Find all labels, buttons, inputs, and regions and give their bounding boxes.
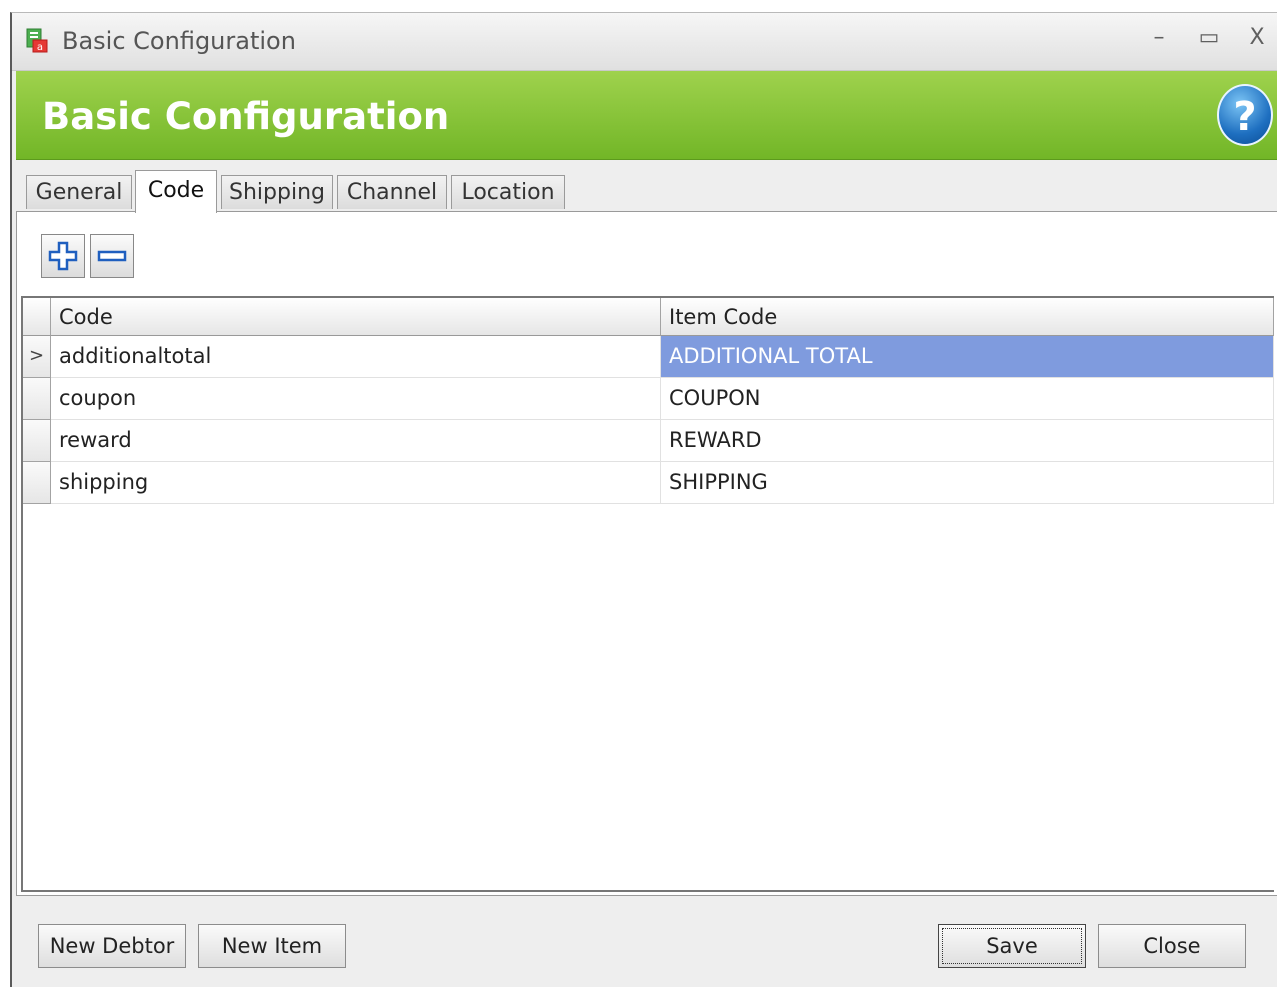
- table-row[interactable]: coupon COUPON: [23, 378, 1274, 420]
- plus-icon: [48, 241, 78, 271]
- close-window-button[interactable]: X: [1244, 25, 1270, 50]
- help-icon[interactable]: ?: [1217, 84, 1273, 146]
- minimize-button[interactable]: –: [1146, 25, 1172, 50]
- current-row-indicator: >: [23, 336, 51, 378]
- tab-code[interactable]: Code: [135, 170, 217, 213]
- app-icon: a: [26, 28, 48, 53]
- close-button[interactable]: Close: [1098, 924, 1246, 968]
- banner-title: Basic Configuration: [42, 95, 450, 138]
- code-grid[interactable]: Code Item Code > additionaltotal ADDITIO…: [21, 296, 1274, 892]
- maximize-button[interactable]: ▭: [1196, 25, 1222, 50]
- tab-shipping[interactable]: Shipping: [221, 175, 333, 209]
- title-bar[interactable]: a Basic Configuration – ▭ X: [12, 13, 1277, 71]
- footer-button-bar: New Debtor New Item Save Close: [12, 898, 1277, 987]
- header-banner: Basic Configuration ?: [16, 71, 1277, 160]
- row-indicator: [23, 420, 51, 462]
- item-code-cell[interactable]: REWARD: [661, 420, 1274, 462]
- table-row[interactable]: > additionaltotal ADDITIONAL TOTAL: [23, 336, 1274, 378]
- svg-text:a: a: [37, 42, 43, 53]
- code-cell[interactable]: shipping: [51, 462, 661, 504]
- add-row-button[interactable]: [41, 234, 85, 278]
- code-tab-panel: Code Item Code > additionaltotal ADDITIO…: [16, 211, 1277, 896]
- row-indicator-header: [23, 298, 51, 336]
- table-row[interactable]: reward REWARD: [23, 420, 1274, 462]
- tab-strip: General Code Shipping Channel Location: [12, 160, 1277, 213]
- column-header-code[interactable]: Code: [51, 298, 661, 336]
- item-code-cell[interactable]: COUPON: [661, 378, 1274, 420]
- code-cell[interactable]: reward: [51, 420, 661, 462]
- new-item-button[interactable]: New Item: [198, 924, 346, 968]
- tab-general[interactable]: General: [26, 175, 132, 209]
- window-title: Basic Configuration: [62, 27, 296, 55]
- new-debtor-button[interactable]: New Debtor: [38, 924, 186, 968]
- code-cell[interactable]: coupon: [51, 378, 661, 420]
- minus-icon: [97, 250, 127, 262]
- basic-configuration-window: a Basic Configuration – ▭ X Basic Config…: [10, 12, 1277, 987]
- item-code-cell[interactable]: SHIPPING: [661, 462, 1274, 504]
- remove-row-button[interactable]: [90, 234, 134, 278]
- row-indicator: [23, 462, 51, 504]
- item-code-cell[interactable]: ADDITIONAL TOTAL: [661, 336, 1274, 378]
- row-indicator: [23, 378, 51, 420]
- code-cell[interactable]: additionaltotal: [51, 336, 661, 378]
- tab-channel[interactable]: Channel: [337, 175, 447, 209]
- column-header-item-code[interactable]: Item Code: [661, 298, 1274, 336]
- save-button[interactable]: Save: [938, 924, 1086, 968]
- table-row[interactable]: shipping SHIPPING: [23, 462, 1274, 504]
- tab-location[interactable]: Location: [451, 175, 565, 209]
